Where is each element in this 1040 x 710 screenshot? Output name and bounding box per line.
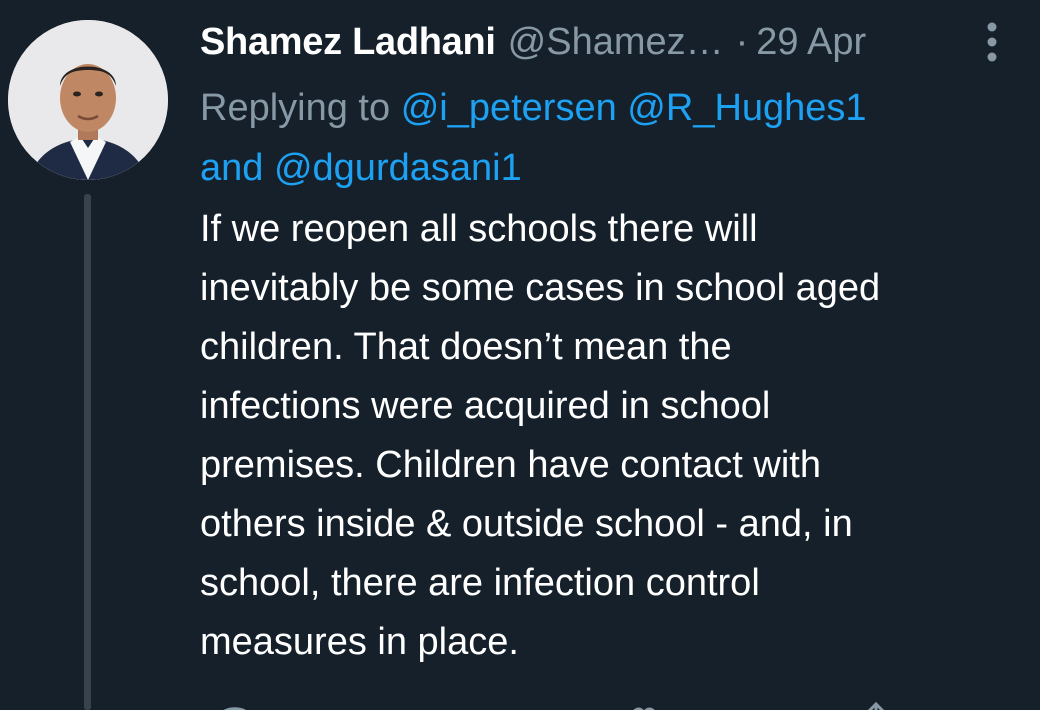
avatar[interactable] [8, 20, 168, 180]
reply-prefix: Replying to [200, 87, 391, 129]
thread-line [84, 194, 91, 710]
mention-link[interactable]: @dgurdasani1 [274, 147, 522, 189]
display-name[interactable]: Shamez Ladhani [200, 21, 496, 64]
tweet-actions [200, 698, 900, 710]
like-icon[interactable] [624, 698, 664, 710]
timestamp[interactable]: 29 Apr [756, 21, 866, 64]
mention-link[interactable]: @R_Hughes1 [627, 87, 866, 129]
reply-context: Replying to @i_petersen @R_Hughes1 and @… [200, 78, 1000, 198]
mention-link[interactable]: @i_petersen [401, 87, 617, 129]
separator-dot: · [735, 20, 749, 63]
more-vertical-icon[interactable] [982, 20, 1002, 64]
tweet[interactable]: Shamez Ladhani @Shamez… · 29 Apr Replyin… [0, 0, 1040, 710]
share-icon[interactable] [856, 698, 896, 710]
tweet-text: If we reopen all schools there will inev… [200, 208, 881, 663]
user-handle[interactable]: @Shamez… [508, 21, 724, 64]
mention-joiner: and [200, 147, 264, 189]
reply-icon[interactable] [214, 698, 254, 710]
retweet-icon[interactable] [414, 698, 454, 710]
avatar-image [8, 20, 168, 180]
tweet-header: Shamez Ladhani @Shamez… · 29 Apr [200, 14, 866, 70]
